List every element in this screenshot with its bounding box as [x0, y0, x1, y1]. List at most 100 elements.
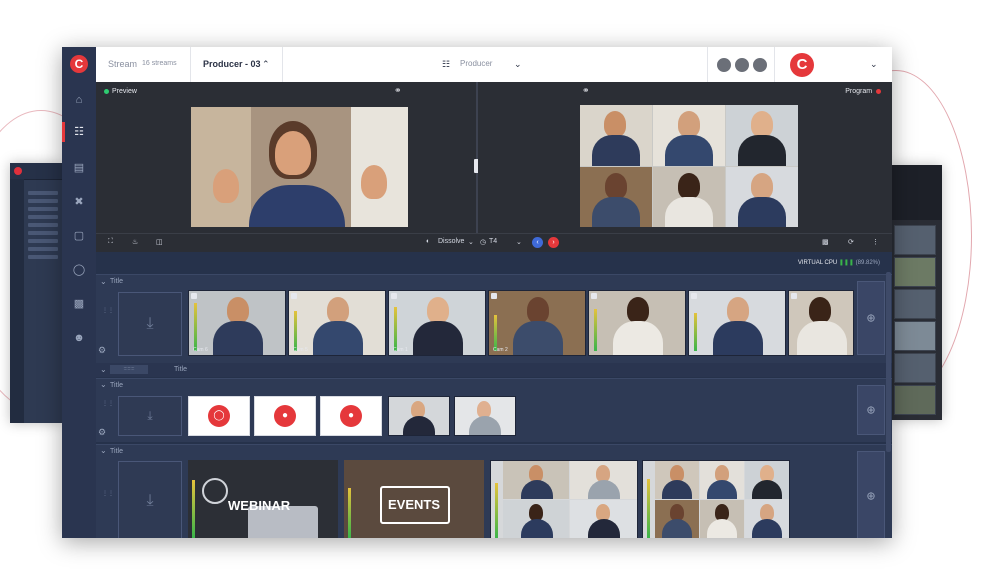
- app-logo[interactable]: C: [62, 47, 96, 82]
- drag-handle-icon[interactable]: ⋮⋮: [102, 308, 114, 314]
- source-thumbnail[interactable]: [388, 396, 450, 436]
- virtual-cpu-label: VIRTUAL CPU: [797, 260, 838, 266]
- chart-icon[interactable]: ▩: [71, 296, 87, 312]
- microphone-icon: ●: [274, 405, 296, 427]
- flame-icon[interactable]: ♨: [132, 238, 138, 246]
- headphones-icon[interactable]: ⚭: [394, 85, 402, 96]
- globe-icon: ◯: [208, 405, 230, 427]
- empty-slot[interactable]: ⤓: [118, 396, 182, 436]
- settings-icon[interactable]: ⚙: [98, 427, 106, 438]
- avatar[interactable]: [716, 57, 732, 73]
- source-thumbnail[interactable]: [588, 290, 686, 356]
- duration-chevron-icon[interactable]: ⌄: [516, 238, 522, 246]
- program-status-dot: [876, 88, 881, 94]
- source-thumbnail[interactable]: Cam 6: [188, 290, 286, 356]
- users-icon[interactable]: ☻: [71, 330, 87, 346]
- collapse-row-icon[interactable]: ⌄: [100, 446, 107, 455]
- source-thumbnail[interactable]: [688, 290, 786, 356]
- grid-source-thumbnail[interactable]: [642, 460, 790, 538]
- microphone-icon: ●: [340, 405, 362, 427]
- control-bar: ⛶ ♨ ◫ ◐ Dissolve ⌄ ◷ T4 ⌄ ‹ › ▩ ⟳ ⋮: [96, 233, 892, 252]
- audio-source-card[interactable]: ●: [254, 396, 316, 436]
- group-tag[interactable]: ::::::::: [110, 365, 148, 374]
- row-title: Title: [110, 278, 123, 285]
- screen-icon[interactable]: ▩: [822, 238, 829, 246]
- preview-label: Preview: [104, 88, 137, 95]
- more-icon[interactable]: ⋮: [872, 238, 879, 246]
- empty-slot[interactable]: ⤓: [118, 461, 182, 538]
- toggle-icon[interactable]: ◐: [426, 238, 430, 245]
- avatar[interactable]: [734, 57, 750, 73]
- role-label[interactable]: Producer: [460, 59, 492, 68]
- grid-source-thumbnail[interactable]: [490, 460, 638, 538]
- program-tile: [580, 105, 652, 166]
- cpu-meter-icon: ❚❚❚: [838, 260, 854, 266]
- row-title: Title: [110, 448, 123, 455]
- account-chevron-icon[interactable]: ⌄: [870, 59, 878, 70]
- globe-icon[interactable]: ◯: [71, 262, 87, 278]
- source-thumbnail[interactable]: Cam 2: [488, 290, 586, 356]
- source-thumbnail[interactable]: [454, 396, 516, 436]
- app-window: C Stream 16 streams Producer - 03 ⌃ ☷ Pr…: [62, 47, 892, 538]
- background-window-right: [890, 165, 942, 420]
- virtual-cpu-indicator: VIRTUAL CPU ❚❚❚ (89.82%): [798, 259, 880, 266]
- add-source-button[interactable]: ⊕: [857, 385, 885, 435]
- program-tile: [653, 105, 725, 166]
- transition-chevron-icon[interactable]: ⌄: [468, 238, 474, 246]
- transition-select[interactable]: Dissolve: [438, 238, 464, 245]
- take-button[interactable]: ›: [548, 237, 559, 248]
- headphones-icon[interactable]: ⚭: [582, 85, 590, 96]
- source-thumbnail[interactable]: [788, 290, 854, 356]
- account-logo[interactable]: C: [790, 53, 814, 77]
- tools-icon[interactable]: ✖: [71, 194, 87, 210]
- webinar-banner[interactable]: WEBINAR: [188, 460, 338, 538]
- events-banner[interactable]: EVENTS: [344, 460, 484, 538]
- fullscreen-icon[interactable]: ⛶: [108, 238, 113, 246]
- scrollbar[interactable]: [886, 272, 891, 452]
- program-tile: [726, 105, 798, 166]
- add-source-button[interactable]: ⊕: [857, 281, 885, 355]
- source-label: Cam 1: [393, 347, 408, 353]
- previous-button[interactable]: ‹: [532, 237, 543, 248]
- folder-icon[interactable]: ▢: [71, 228, 87, 244]
- collapse-row-icon[interactable]: ⌄: [100, 277, 107, 286]
- source-thumbnail[interactable]: Cam 5: [288, 290, 386, 356]
- media-icon[interactable]: ▤: [71, 160, 87, 176]
- audio-source-card[interactable]: ●: [320, 396, 382, 436]
- events-label: EVENTS: [388, 497, 441, 512]
- active-indicator: [62, 122, 65, 142]
- home-icon[interactable]: ⌂: [71, 92, 87, 108]
- source-label: Cam 5: [293, 347, 308, 353]
- program-tile: [653, 167, 725, 227]
- refresh-icon[interactable]: ⟳: [848, 238, 854, 246]
- chevron-down-icon[interactable]: ⌄: [514, 59, 522, 70]
- top-bar: C Stream 16 streams Producer - 03 ⌃ ☷ Pr…: [62, 47, 892, 83]
- source-label: Cam 6: [193, 347, 208, 353]
- avatar[interactable]: [752, 57, 768, 73]
- source-label: Cam 2: [493, 347, 508, 353]
- row-title: Title: [110, 382, 123, 389]
- producer-name[interactable]: Producer - 03: [203, 59, 261, 69]
- virtual-cpu-percent: (89.82%): [855, 260, 880, 266]
- add-source-button[interactable]: ⊕: [857, 451, 885, 538]
- stream-label: Stream: [108, 59, 138, 69]
- duration-value[interactable]: T4: [489, 238, 497, 245]
- group-title: Title: [174, 366, 187, 373]
- drag-handle-icon[interactable]: ⋮⋮: [102, 491, 114, 497]
- preview-status-dot: [104, 88, 109, 94]
- program-tile: [726, 167, 798, 227]
- chevron-up-icon[interactable]: ⌃: [262, 59, 270, 70]
- timer-icon: ◷: [480, 239, 487, 246]
- web-source-card[interactable]: ◯: [188, 396, 250, 436]
- source-thumbnail[interactable]: Cam 1: [388, 290, 486, 356]
- group-divider: ⌄ :::::::: Title: [96, 363, 892, 377]
- collapse-row-icon[interactable]: ⌄: [100, 380, 107, 389]
- drag-handle-icon[interactable]: ⋮⋮: [102, 401, 114, 407]
- collapse-group-icon[interactable]: ⌄: [100, 365, 107, 374]
- sidebar: ⌂ ☷ ▤ ✖ ▢ ◯ ▩ ☻ ?: [62, 82, 96, 538]
- program-tile: [580, 167, 652, 227]
- empty-slot[interactable]: ⤓: [118, 292, 182, 356]
- producer-nav-icon[interactable]: ☷: [71, 124, 87, 140]
- settings-icon[interactable]: ⚙: [98, 345, 106, 356]
- layout-icon[interactable]: ◫: [156, 238, 163, 246]
